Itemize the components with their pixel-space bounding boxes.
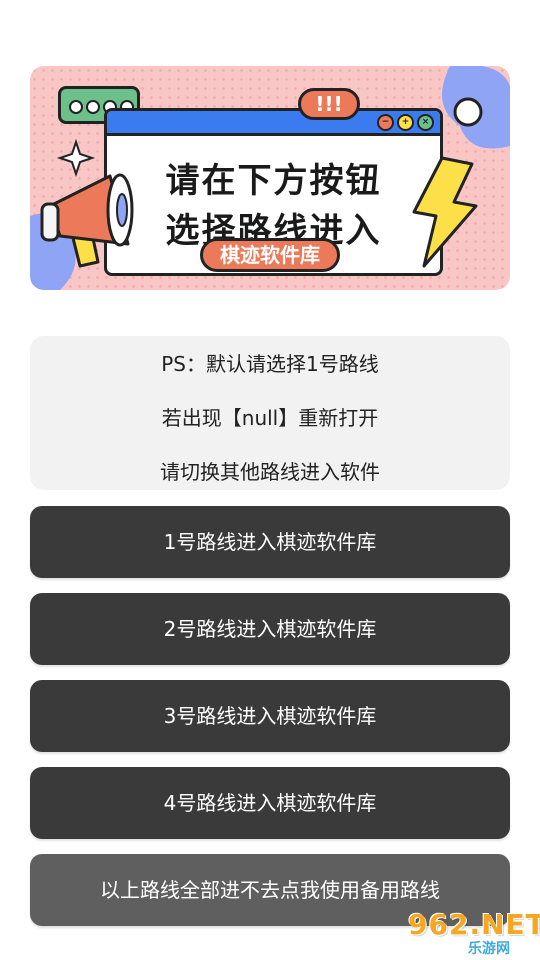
route-2-button[interactable]: 2号路线进入棋迹软件库 (30, 593, 510, 665)
exclaim-bubble: !!! (298, 88, 360, 120)
route-1-button[interactable]: 1号路线进入棋迹软件库 (30, 506, 510, 578)
info-line-switch-hint: 请切换其他路线进入软件 (160, 460, 380, 484)
route-4-button[interactable]: 4号路线进入棋迹软件库 (30, 767, 510, 839)
watermark-text: 乐游网 (468, 941, 510, 957)
page: − + × 请在下方按钮 选择路线进入 !!! 棋迹软件库 PS：默认请选择1号… (0, 0, 540, 960)
bubble-dot (69, 100, 83, 114)
maximize-icon: + (397, 114, 414, 131)
route-3-button[interactable]: 3号路线进入棋迹软件库 (30, 680, 510, 752)
info-line-null-hint: 若出现【null】重新打开 (161, 406, 379, 430)
watermark-logo: 962.NET (408, 908, 540, 941)
window-title-bar: − + × (107, 111, 440, 136)
info-line-default-route: PS：默认请选择1号路线 (161, 352, 379, 376)
site-watermark: 962.NET 乐游网 (402, 908, 540, 957)
bubble-dot (86, 100, 100, 114)
close-icon: × (417, 114, 434, 131)
minimize-icon: − (377, 114, 394, 131)
info-card: PS：默认请选择1号路线 若出现【null】重新打开 请切换其他路线进入软件 (30, 336, 510, 490)
brand-tag: 棋迹软件库 (200, 238, 340, 272)
lightning-icon (412, 156, 478, 268)
promo-banner: − + × 请在下方按钮 选择路线进入 !!! 棋迹软件库 (30, 66, 510, 290)
megaphone-icon (40, 173, 134, 268)
banner-headline-line1: 请在下方按钮 (165, 161, 382, 201)
